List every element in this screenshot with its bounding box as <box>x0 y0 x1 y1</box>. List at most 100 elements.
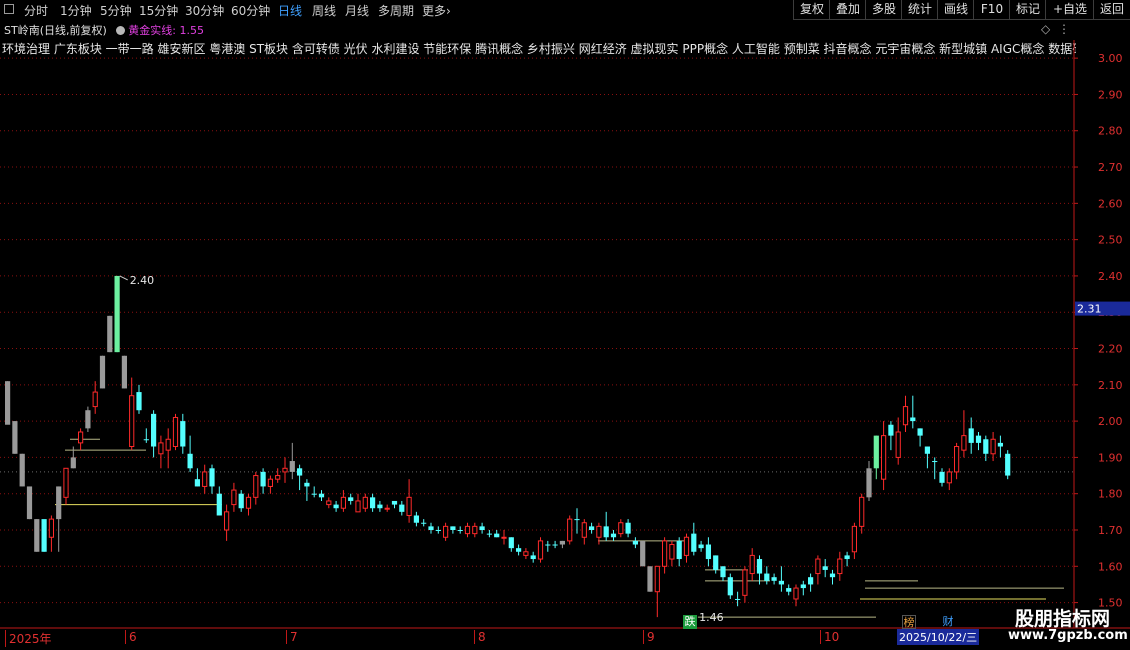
candle-body <box>873 435 879 469</box>
candle-body <box>245 496 252 509</box>
candle-body <box>194 479 200 487</box>
date-axis-label: 8 <box>474 630 486 644</box>
annotations: 2.40 1.46 <box>119 274 724 624</box>
candles <box>5 275 1011 618</box>
candle-body <box>727 577 733 596</box>
candle-body <box>530 555 536 560</box>
candle-body <box>559 540 565 545</box>
candle-body <box>421 522 427 524</box>
candle-body <box>406 496 412 516</box>
ranking-badge[interactable]: 榜 <box>902 615 916 629</box>
candle-body <box>698 544 704 549</box>
candle-body <box>114 275 120 353</box>
candle-body <box>297 468 303 476</box>
price-tick-label: 2.00 <box>1098 415 1123 428</box>
candle-body <box>567 518 573 542</box>
candle-body <box>384 507 390 510</box>
candle-body <box>399 504 405 512</box>
candle-body <box>85 410 91 429</box>
candle-body <box>92 391 98 408</box>
candle-body <box>304 482 310 487</box>
candle-body <box>260 471 266 487</box>
financial-badge[interactable]: 财 <box>941 615 955 629</box>
date-axis-label: 10 <box>820 630 839 644</box>
candle-body <box>333 504 339 509</box>
candle-body <box>479 526 485 530</box>
candle-body <box>413 515 419 523</box>
candle-body <box>158 442 164 455</box>
candle-body <box>603 526 609 538</box>
candle-body <box>756 559 763 574</box>
candle-body <box>63 467 69 498</box>
watermark-title: 股朋指标网 <box>1015 608 1111 630</box>
candle-body <box>486 533 492 535</box>
candle-body <box>34 519 40 552</box>
candle-body <box>187 453 193 469</box>
candle-body <box>997 442 1003 447</box>
limit-down-badge[interactable]: 跌 <box>683 615 697 629</box>
price-tick-label: 1.70 <box>1098 524 1123 537</box>
candle-body <box>231 489 237 506</box>
candle-body <box>41 519 47 552</box>
candle-body <box>136 392 142 411</box>
candle-body <box>1005 453 1011 476</box>
kline-chart[interactable]: 3.002.902.802.702.602.502.402.302.202.10… <box>0 0 1130 650</box>
candle-body <box>742 569 748 596</box>
candle-body <box>501 536 507 539</box>
candle-body <box>888 424 894 436</box>
candle-body <box>771 577 777 581</box>
candle-body <box>165 438 171 451</box>
price-tick-label: 2.60 <box>1098 197 1123 210</box>
candle-body <box>793 587 799 600</box>
candle-body <box>370 497 376 509</box>
candle-body <box>516 548 522 552</box>
candle-body <box>596 525 602 538</box>
date-axis-label: 9 <box>643 630 655 644</box>
candle-body <box>457 530 463 531</box>
price-tick-label: 2.90 <box>1098 88 1123 101</box>
candle-body <box>172 416 179 448</box>
candle-body <box>625 522 631 534</box>
candle-body <box>348 497 354 501</box>
candle-body <box>48 518 54 538</box>
candle-body <box>70 457 76 469</box>
candle-body <box>654 565 660 593</box>
date-axis-label: 6 <box>125 630 137 644</box>
candle-body <box>5 381 11 425</box>
price-axis: 3.002.902.802.702.602.502.402.302.202.10… <box>0 40 1130 629</box>
candle-body <box>56 486 62 520</box>
watermark-url: www.7gpzb.com <box>1008 628 1128 643</box>
candle-body <box>610 533 617 538</box>
low-annotation-label: 1.46 <box>699 611 724 624</box>
candle-body <box>837 558 843 575</box>
candle-body <box>778 580 784 585</box>
candle-body <box>859 496 865 527</box>
date-axis-label: 2025年 <box>5 630 52 647</box>
price-tick-label: 1.80 <box>1098 488 1123 501</box>
candle-body <box>683 536 690 556</box>
current-price-tag-label: 2.31 <box>1077 303 1102 316</box>
candle-body <box>121 355 127 389</box>
candle-body <box>318 493 325 498</box>
price-tick-label: 2.20 <box>1098 343 1123 356</box>
candle-body <box>508 537 514 549</box>
candle-body <box>939 471 945 483</box>
candle-body <box>705 544 711 560</box>
candle-body <box>107 315 113 353</box>
candle-body <box>12 421 18 454</box>
candle-body <box>946 471 952 484</box>
candle-body <box>450 526 456 530</box>
price-tick-label: 2.70 <box>1098 161 1123 174</box>
candle-body <box>866 468 872 498</box>
candle-body <box>720 566 726 578</box>
candle-body <box>983 439 989 454</box>
candle-body <box>961 435 967 451</box>
candle-body <box>735 598 741 600</box>
candle-body <box>311 493 317 495</box>
price-grid <box>0 57 1074 604</box>
candle-body <box>19 453 25 487</box>
candle-body <box>808 577 814 585</box>
candle-body <box>954 446 960 473</box>
candle-body <box>464 525 471 535</box>
candle-body <box>881 435 887 480</box>
